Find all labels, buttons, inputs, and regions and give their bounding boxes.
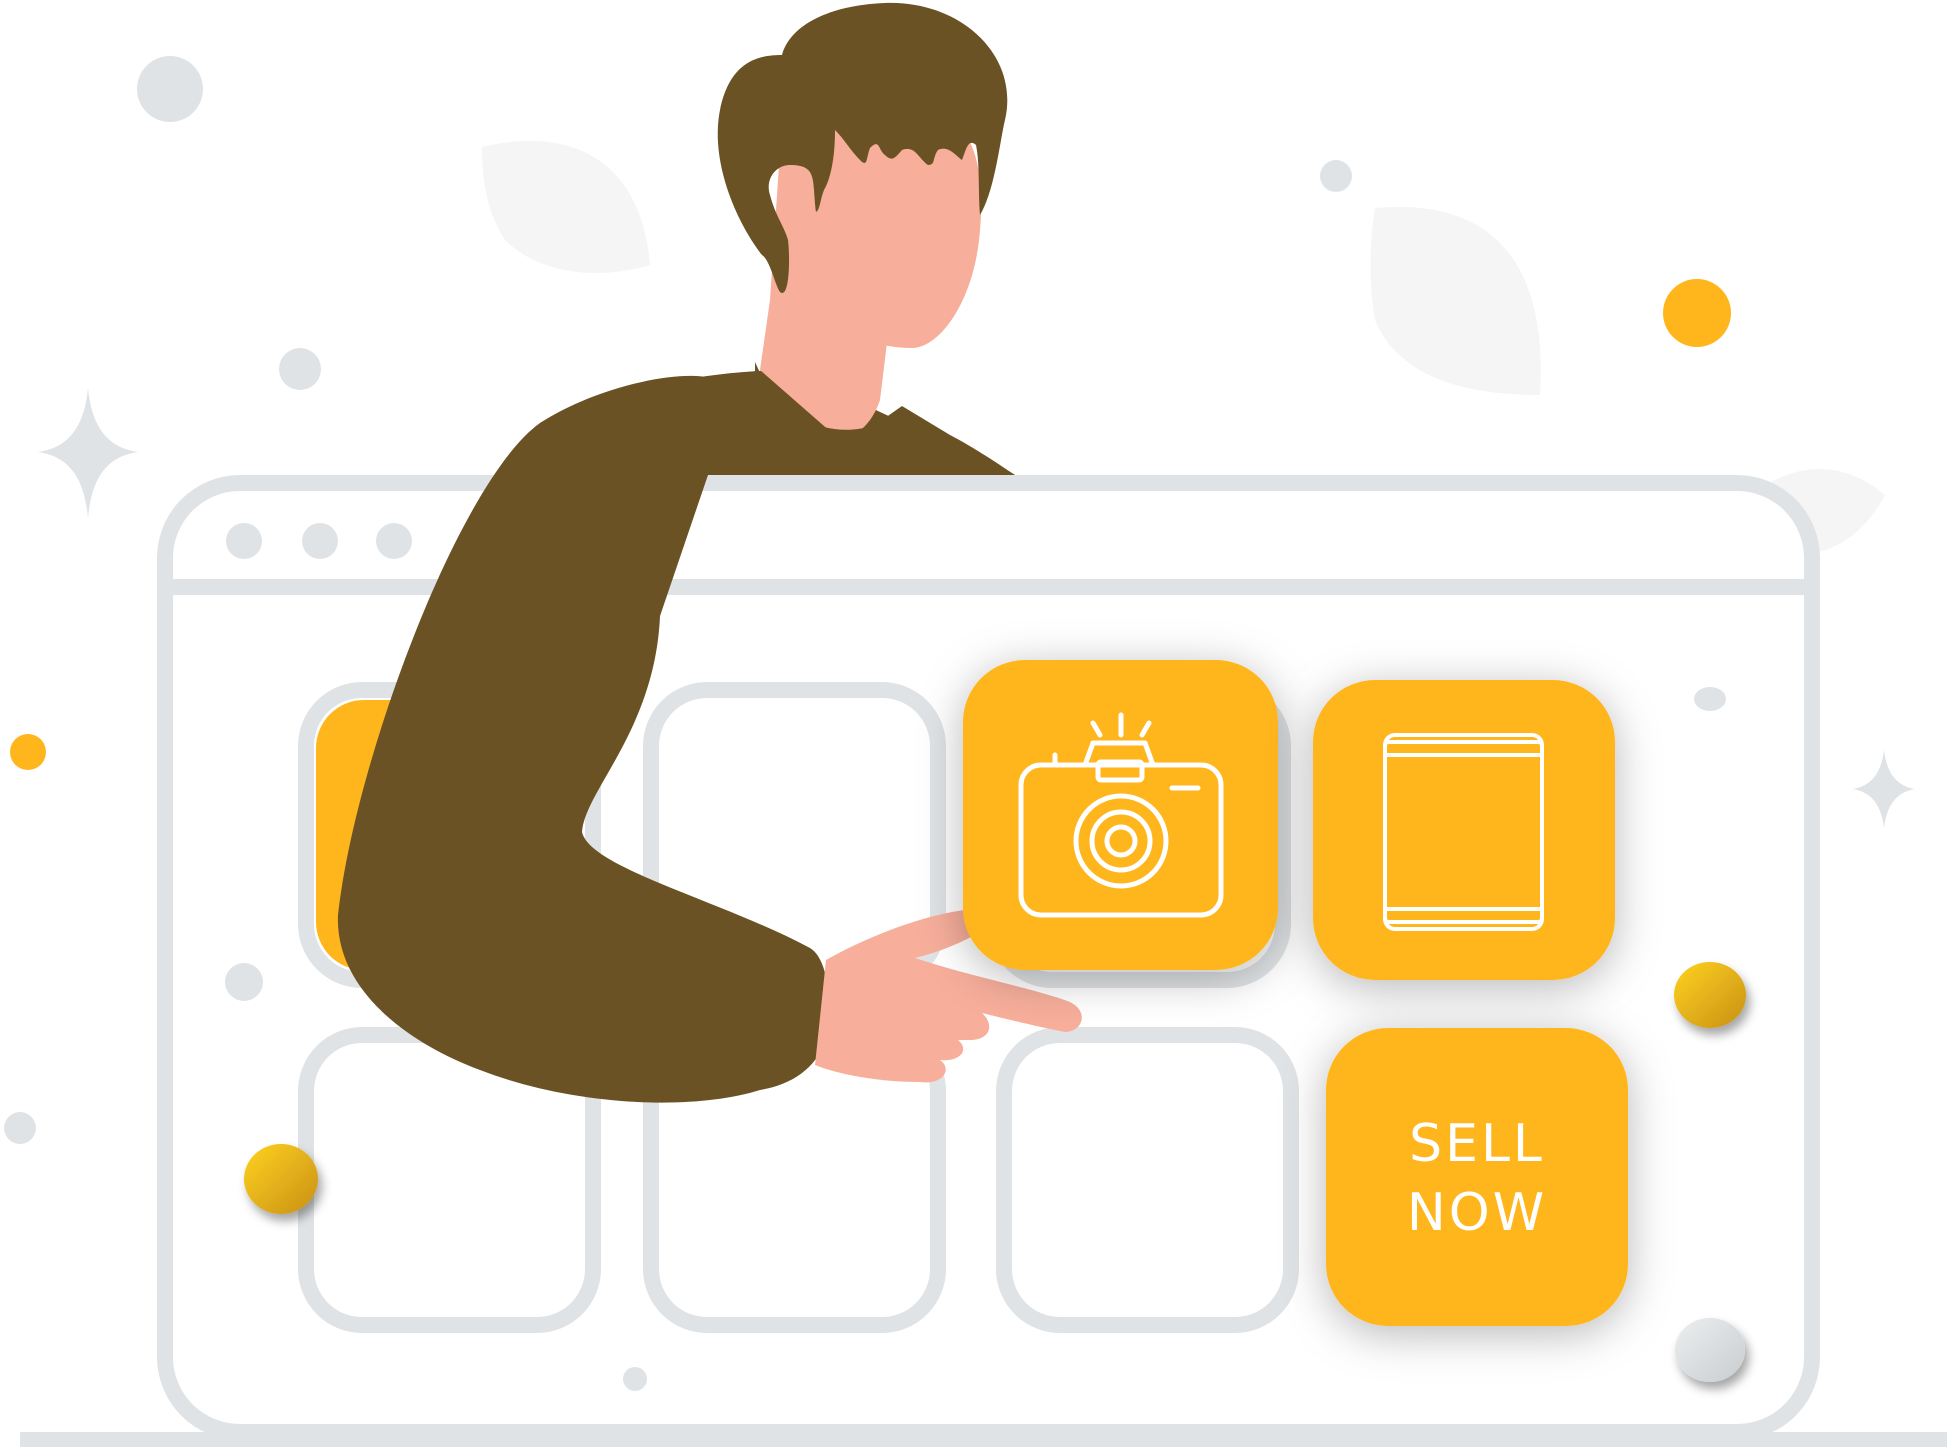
sell-now-label-line2: NOW — [1407, 1183, 1547, 1243]
decor-dot — [225, 963, 263, 1001]
decor-dot — [623, 1367, 647, 1391]
window-dot — [376, 523, 412, 559]
window-dot — [226, 523, 262, 559]
decor-dot — [137, 56, 203, 122]
decor-dot — [4, 1112, 36, 1144]
decor-dot — [1694, 687, 1726, 711]
decor-dot — [1320, 160, 1352, 192]
tablet-tile[interactable] — [1313, 680, 1615, 980]
coin-icon — [1674, 962, 1746, 1028]
coin-icon — [1675, 1318, 1745, 1382]
decor-dot — [10, 734, 46, 770]
sparkle-icon — [1853, 750, 1915, 828]
sparkle-icon — [38, 388, 138, 518]
sell-now-label-line1: SELL — [1409, 1114, 1545, 1174]
decor-dot — [1663, 279, 1731, 347]
camera-tile[interactable] — [963, 660, 1278, 970]
sell-now-button[interactable]: SELL NOW — [1326, 1028, 1628, 1326]
window-dot — [302, 523, 338, 559]
leaf-shape — [1370, 206, 1541, 395]
marketplace-illustration: SELL NOW — [4, 2, 1947, 1447]
leaf-shape — [482, 140, 650, 273]
tile-outline — [996, 1027, 1299, 1333]
decor-dot — [279, 348, 321, 390]
coin-icon — [244, 1144, 318, 1214]
